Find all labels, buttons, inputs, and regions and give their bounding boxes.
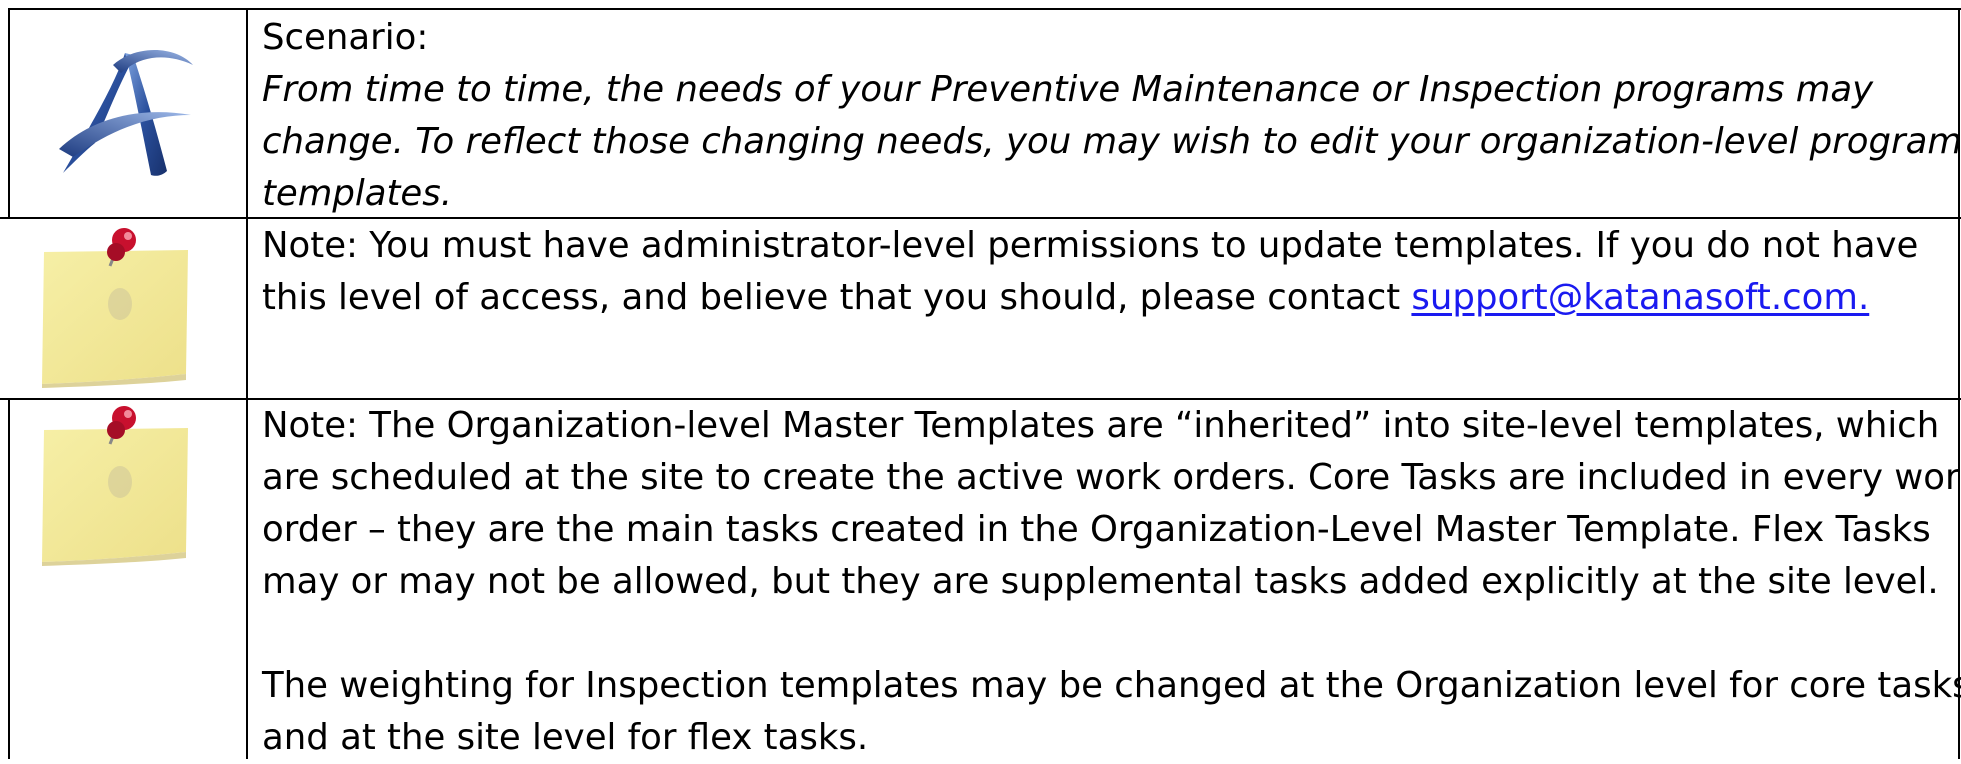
scenario-line-1: From time to time, the needs of your Pre… bbox=[262, 69, 1874, 110]
sticky-note-pin-icon bbox=[42, 228, 188, 388]
note-1-line-2-text: this level of access, and believe that y… bbox=[262, 277, 1412, 318]
column-divider bbox=[246, 8, 248, 759]
scenario-line-3: templates. bbox=[262, 173, 453, 214]
table-left-border bbox=[8, 8, 10, 218]
sticky-note-pin-icon bbox=[42, 406, 188, 566]
row-border-top bbox=[8, 8, 1961, 10]
table-left-border-lower bbox=[8, 398, 10, 759]
note-2-p1-line-3: order – they are the main tasks created … bbox=[262, 509, 1931, 550]
scenario-heading: Scenario: bbox=[262, 17, 429, 58]
note-cell-1 bbox=[38, 222, 198, 388]
katana-logo-icon bbox=[59, 50, 193, 176]
note-2-p2-line-2: and at the site level for flex tasks. bbox=[262, 717, 869, 758]
note-2-p1-line-2: are scheduled at the site to create the … bbox=[262, 457, 1961, 498]
info-table: Scenario: From time to time, the needs o… bbox=[0, 0, 1961, 759]
note-2-p1-line-4: may or may not be allowed, but they are … bbox=[262, 561, 1939, 602]
note-cell-2 bbox=[38, 400, 198, 566]
note-block-2: Note: The Organization-level Master Temp… bbox=[262, 400, 1961, 764]
note-2-p2-line-1: The weighting for Inspection templates m… bbox=[262, 665, 1961, 706]
scenario-block: Scenario: From time to time, the needs o… bbox=[262, 12, 1961, 220]
support-email-link[interactable]: support@katanasoft.com. bbox=[1411, 277, 1869, 318]
scenario-line-2: change. To reflect those changing needs,… bbox=[262, 121, 1961, 162]
note-1-line-2: this level of access, and believe that y… bbox=[262, 272, 1952, 324]
note-1-line-1: Note: You must have administrator-level … bbox=[262, 225, 1919, 266]
note-2-p1-line-1: Note: The Organization-level Master Temp… bbox=[262, 405, 1940, 446]
logo-cell bbox=[55, 45, 195, 185]
note-block-1: Note: You must have administrator-level … bbox=[262, 220, 1952, 324]
